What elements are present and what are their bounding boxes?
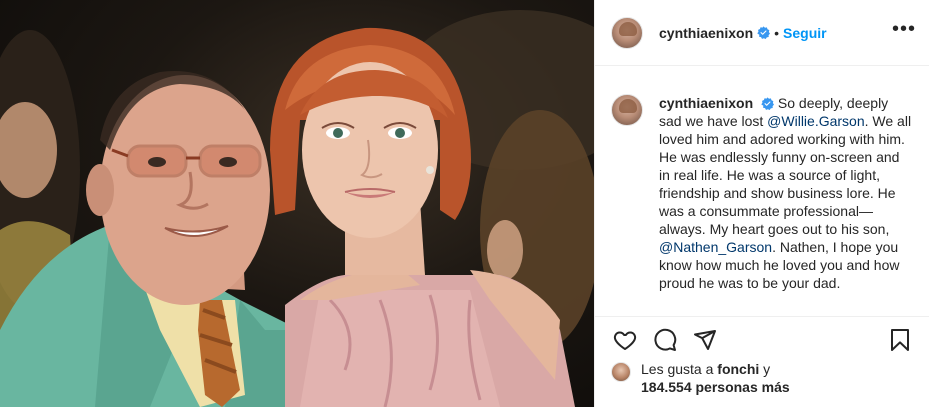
avatar[interactable] xyxy=(611,16,643,49)
likes-middle: y xyxy=(759,361,771,377)
caption-text-2: . We all loved him and adored working wi… xyxy=(659,113,912,237)
mention-link-willie[interactable]: @Willie.Garson xyxy=(767,113,864,129)
heart-icon xyxy=(613,331,637,350)
verified-badge-icon xyxy=(757,26,771,39)
liker-username[interactable]: fonchi xyxy=(717,361,759,377)
post-photo[interactable] xyxy=(0,0,594,407)
likes-summary: Les gusta a fonchi y 184.554 personas má… xyxy=(611,360,921,400)
post-header: cynthiaenixon • Seguir ••• xyxy=(595,0,929,66)
share-button[interactable] xyxy=(685,320,725,360)
caption-avatar[interactable] xyxy=(611,94,643,126)
save-button[interactable] xyxy=(880,320,920,360)
mention-link-nathen[interactable]: @Nathen_Garson xyxy=(659,239,772,255)
header-username[interactable]: cynthiaenixon xyxy=(659,25,753,41)
comment-button[interactable] xyxy=(645,320,685,360)
caption-username[interactable]: cynthiaenixon xyxy=(659,95,753,111)
comment-icon xyxy=(654,328,677,351)
post-caption: cynthiaenixon So deeply, deeply sad we h… xyxy=(659,94,914,292)
share-icon xyxy=(694,329,716,350)
bookmark-icon xyxy=(891,328,909,351)
separator-dot: • xyxy=(774,24,780,41)
more-options-icon[interactable]: ••• xyxy=(892,19,916,44)
comments-section: cynthiaenixon So deeply, deeply sad we h… xyxy=(595,66,929,316)
verified-badge-icon xyxy=(761,97,775,110)
liker-avatar[interactable] xyxy=(611,362,631,382)
follow-button[interactable]: Seguir xyxy=(783,25,827,41)
post-sidebar: cynthiaenixon • Seguir ••• cynthiaenixon… xyxy=(594,0,929,407)
action-bar xyxy=(595,316,929,362)
likes-count[interactable]: 184.554 personas más xyxy=(641,379,790,395)
like-button[interactable] xyxy=(605,320,645,360)
likes-text: Les gusta a fonchi y 184.554 personas má… xyxy=(641,360,790,396)
post-photo-illustration xyxy=(0,10,594,407)
likes-prefix: Les gusta a xyxy=(641,361,718,377)
